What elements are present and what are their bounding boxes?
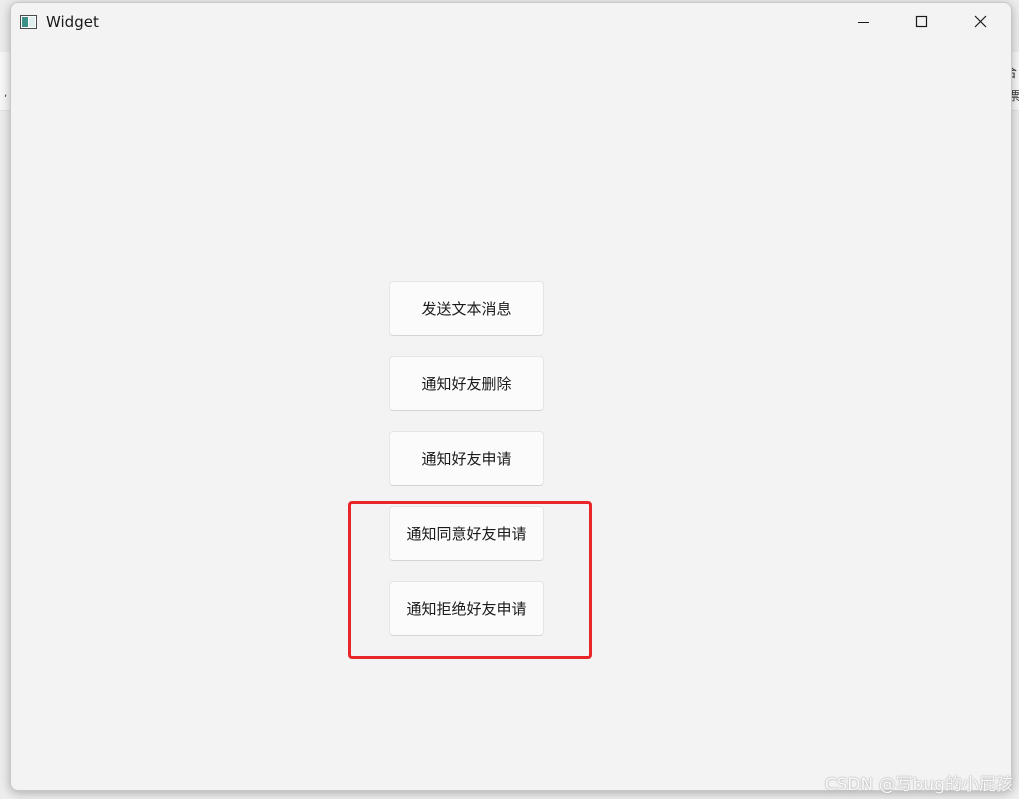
widget-window: Widget 发送文本消息 通知好友删除 通知好友申请 通知同意好友申请 通知拒… <box>10 2 1012 791</box>
minimize-icon <box>858 22 869 23</box>
watermark: CSDN @写bug的小屁孩 <box>824 775 1013 795</box>
window-title: Widget <box>46 13 99 31</box>
notify-friend-delete-button[interactable]: 通知好友删除 <box>389 356 544 411</box>
highlight-box <box>348 501 592 659</box>
notify-friend-request-button[interactable]: 通知好友申请 <box>389 431 544 486</box>
background-app-text-left: , <box>4 88 8 99</box>
maximize-button[interactable] <box>892 3 950 41</box>
close-icon <box>974 15 987 28</box>
maximize-icon <box>915 15 928 28</box>
send-text-message-button[interactable]: 发送文本消息 <box>389 281 544 336</box>
minimize-button[interactable] <box>834 3 892 41</box>
app-window-icon <box>20 14 37 29</box>
title-bar[interactable]: Widget <box>11 3 1011 41</box>
close-button[interactable] <box>951 3 1009 41</box>
